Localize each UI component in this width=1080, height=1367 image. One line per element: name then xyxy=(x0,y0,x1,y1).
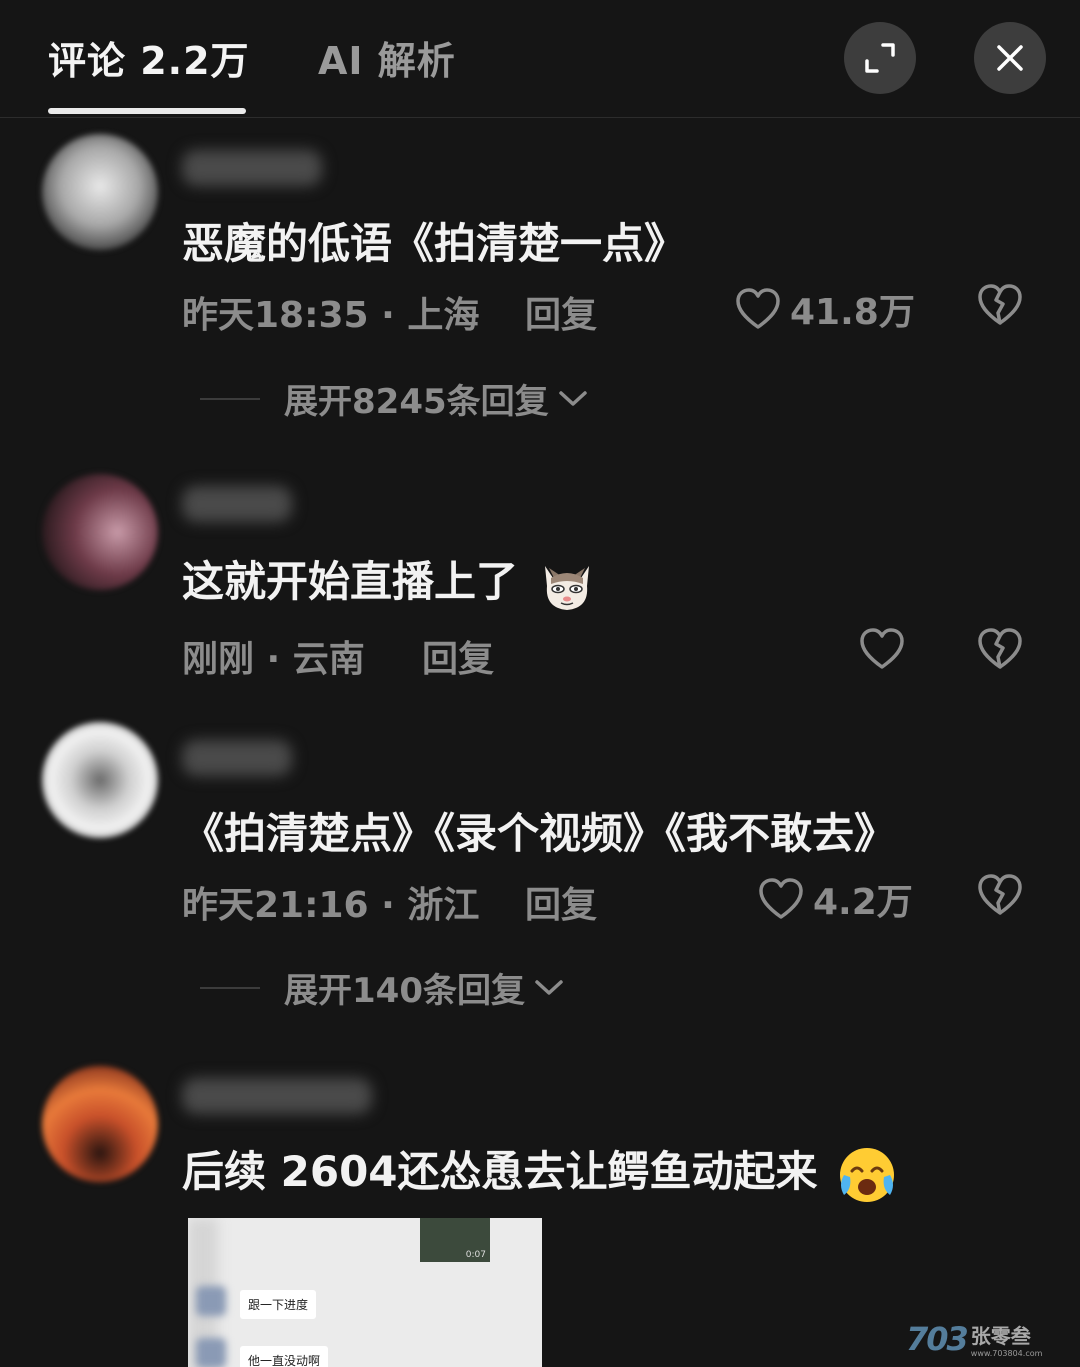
tab-ai-analysis[interactable]: AI 解析 xyxy=(318,30,456,85)
comment-text: 后续 2604还怂恿去让鳄鱼动起来 xyxy=(182,1138,898,1205)
reply-button[interactable]: 回复 xyxy=(422,630,494,682)
divider-line xyxy=(200,986,260,989)
close-icon xyxy=(997,45,1023,71)
broken-heart-icon xyxy=(978,628,1022,669)
expand-replies-button[interactable]: 展开140条回复 xyxy=(200,963,565,1012)
avatar[interactable] xyxy=(42,722,158,838)
dislike-button[interactable] xyxy=(976,873,1024,921)
comment-text: 恶魔的低语《拍清楚一点》 xyxy=(182,219,687,268)
username-blurred[interactable] xyxy=(182,150,322,186)
active-tab-indicator xyxy=(48,108,246,114)
crying-laughing-emoji xyxy=(840,1147,895,1202)
watermark-url: www.703804.com xyxy=(970,1349,1043,1358)
watermark: 703 张零叁 www.703804.com xyxy=(906,1318,1062,1360)
expand-replies-button[interactable]: 展开8245条回复 xyxy=(200,374,589,423)
dislike-button[interactable] xyxy=(976,627,1024,675)
like-count: 4.2万 xyxy=(813,882,913,923)
expand-replies-label: 展开140条回复 xyxy=(284,971,525,1011)
reply-button[interactable]: 回复 xyxy=(525,286,597,338)
chat-bubble: 跟一下进度 xyxy=(240,1290,317,1319)
expand-icon xyxy=(865,43,895,73)
comment-text: 《拍清楚点》《录个视频》《我不敢去》 xyxy=(182,809,897,858)
comment-text: 这就开始直播上了 xyxy=(182,548,597,614)
expand-button[interactable] xyxy=(844,22,916,94)
comment-time-location: 昨天21:16 · 浙江 xyxy=(182,885,480,926)
broken-heart-icon xyxy=(978,874,1022,915)
heart-icon xyxy=(736,288,780,329)
comment-text-body: 这就开始直播上了 xyxy=(182,557,519,606)
tab-comments[interactable]: 评论 2.2万 xyxy=(48,30,250,85)
heart-icon xyxy=(860,628,904,669)
comments-header: 评论 2.2万 AI 解析 xyxy=(0,0,1080,118)
heart-icon xyxy=(759,878,803,919)
dislike-button[interactable] xyxy=(976,283,1024,331)
username-blurred[interactable] xyxy=(182,740,292,776)
avatar[interactable] xyxy=(42,134,158,250)
avatar[interactable] xyxy=(42,474,158,590)
avatar[interactable] xyxy=(42,1066,158,1182)
video-thumbnail[interactable]: 0:07 xyxy=(420,1218,490,1262)
video-duration: 0:07 xyxy=(465,1250,486,1260)
chevron-down-icon xyxy=(558,390,587,406)
watermark-logo: 703 xyxy=(906,1320,969,1358)
close-button[interactable] xyxy=(974,22,1046,94)
chat-avatar xyxy=(196,1286,226,1316)
expand-replies-label: 展开8245条回复 xyxy=(284,382,549,422)
username-blurred[interactable] xyxy=(182,486,292,522)
like-button[interactable]: 41.8万 xyxy=(734,283,915,335)
broken-heart-icon xyxy=(978,284,1022,325)
cat-smug-emoji xyxy=(544,565,589,610)
comment-image-attachment[interactable]: 0:07 跟一下进度 他一直没动啊 xyxy=(188,1218,542,1367)
comment-text-body: 后续 2604还怂恿去让鳄鱼动起来 xyxy=(182,1147,818,1196)
watermark-name: 张零叁 xyxy=(970,1324,1031,1348)
username-blurred[interactable] xyxy=(182,1078,372,1114)
reply-button[interactable]: 回复 xyxy=(525,876,597,928)
like-count: 41.8万 xyxy=(790,292,915,333)
divider-line xyxy=(200,397,260,400)
chevron-down-icon xyxy=(535,979,563,995)
like-button[interactable]: 4.2万 xyxy=(757,873,913,925)
like-button[interactable] xyxy=(858,627,914,671)
comment-time-location: 昨天18:35 · 上海 xyxy=(182,295,480,336)
chat-avatar xyxy=(196,1338,226,1367)
chat-bubble: 他一直没动啊 xyxy=(240,1346,329,1367)
comment-time-location: 刚刚 · 云南 xyxy=(182,639,365,680)
